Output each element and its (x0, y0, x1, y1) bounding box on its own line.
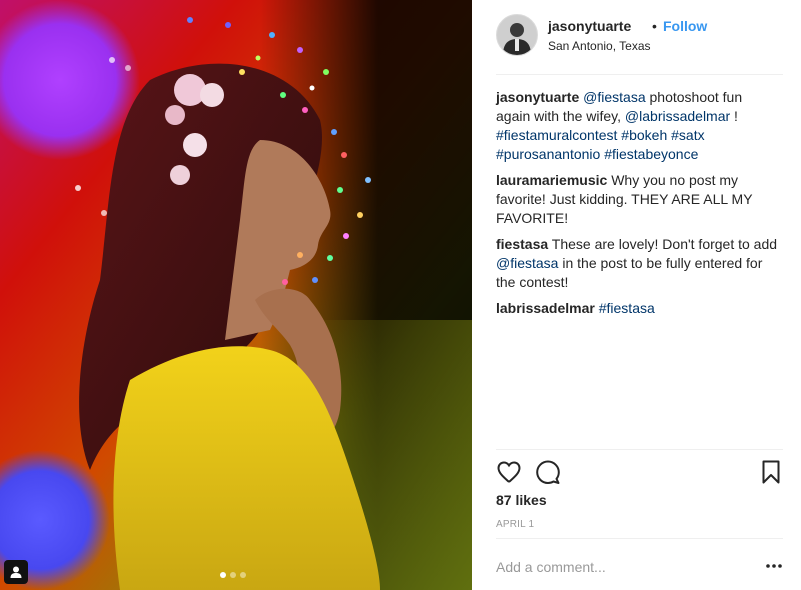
carousel-dot (230, 572, 236, 578)
post-header: jasonytuarte • Follow San Antonio, Texas (496, 14, 783, 75)
heart-icon[interactable] (496, 459, 522, 485)
comment-username[interactable]: labrissadelmar (496, 300, 595, 316)
caption-hashtag[interactable]: #bokeh (621, 127, 667, 143)
comment-mention[interactable]: @fiestasa (496, 255, 558, 271)
comment-hashtag[interactable]: #fiestasa (599, 300, 655, 316)
caption-hashtag[interactable]: #fiestamuralcontest (496, 127, 617, 143)
comment-username[interactable]: fiestasa (496, 236, 548, 252)
add-comment-input[interactable] (496, 556, 746, 578)
user-tag-icon[interactable] (4, 560, 28, 584)
caption-hashtag[interactable]: #purosanantonio (496, 146, 600, 162)
caption: jasonytuarte @fiestasa photoshoot fun ag… (496, 88, 779, 164)
comments-list: jasonytuarte @fiestasa photoshoot fun ag… (496, 88, 779, 325)
caption-username[interactable]: jasonytuarte (496, 89, 579, 105)
comment-username[interactable]: lauramariemusic (496, 172, 607, 188)
post-location[interactable]: San Antonio, Texas (548, 39, 651, 53)
carousel-dot (240, 572, 246, 578)
caption-text: ! (730, 108, 738, 124)
caption-mention[interactable]: @fiestasa (583, 89, 645, 105)
comment-item: lauramariemusic Why you no post my favor… (496, 171, 779, 228)
comment-text: These are lovely! Don't forget to add (551, 236, 778, 252)
post-date[interactable]: APRIL 1 (496, 519, 534, 530)
comment-item: labrissadelmar #fiestasa (496, 299, 779, 318)
caption-hashtag[interactable]: #satx (671, 127, 704, 143)
post-side-panel: jasonytuarte • Follow San Antonio, Texas… (472, 0, 801, 590)
carousel-dot-active (220, 572, 226, 578)
comment-divider (496, 538, 783, 539)
follow-button[interactable]: Follow (663, 18, 707, 34)
like-count[interactable]: 87 likes (496, 492, 547, 508)
header-separator: • (652, 18, 657, 34)
avatar[interactable] (496, 14, 538, 56)
more-options-icon[interactable] (765, 557, 783, 575)
carousel-indicator (220, 572, 246, 578)
post-photo[interactable] (0, 0, 472, 590)
actions-divider (496, 449, 783, 450)
speech-bubble-icon[interactable] (535, 459, 561, 485)
caption-hashtag[interactable]: #fiestabeyonce (604, 146, 698, 162)
bookmark-icon[interactable] (758, 459, 784, 485)
photo-artwork (0, 0, 472, 590)
comment-item: fiestasa These are lovely! Don't forget … (496, 235, 779, 292)
post-author-username[interactable]: jasonytuarte (548, 18, 631, 34)
caption-mention[interactable]: @labrissadelmar (625, 108, 730, 124)
